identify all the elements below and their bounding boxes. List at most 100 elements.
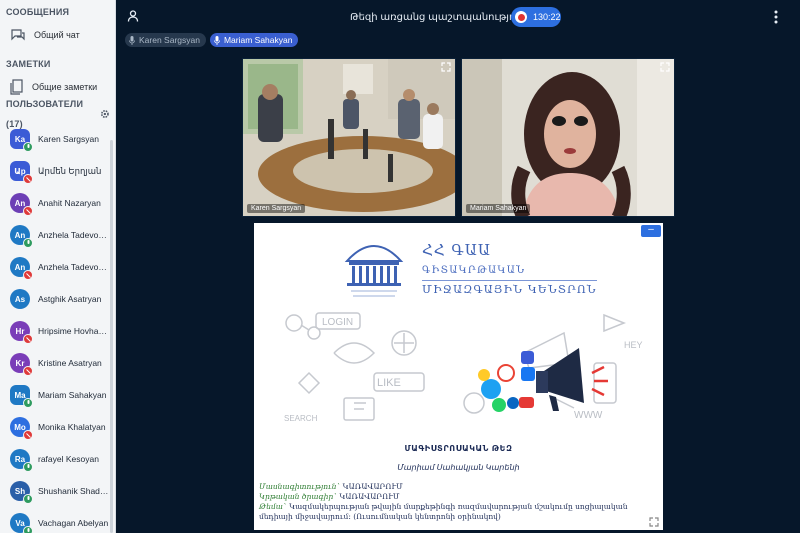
microphone-icon [214,35,220,45]
talker-chip-active[interactable]: Mariam Sahakyan [209,33,299,47]
user-name: Արմեն Երղյան [38,165,102,176]
chat-icon [11,29,25,41]
facebook-icon [521,367,535,381]
avatar-initials: An [14,230,26,240]
top-bar: Թեզի առցանց պաշտպանություն 130:22 [117,0,800,35]
user-list-item[interactable]: Ma Mariam Sahakyan [0,379,110,411]
user-name: Monika Khalatyan [38,422,106,432]
microphone-muted-icon [23,174,33,184]
avatar-initials: Sh [14,486,26,496]
meta-specialty: Մասնագիտություն` ԿԱՌԱՎԱՐՈՒՄ [259,482,659,492]
fullscreen-icon[interactable] [660,62,670,72]
recording-timer: 130:22 [533,12,561,22]
emoji-icon [478,369,490,381]
user-list-item[interactable]: Mo Monika Khalatyan [0,411,110,443]
thesis-title: ՄԱԳԻՍՏՐՈՍԱԿԱՆ ԹԵԶ [404,444,513,453]
avatar-initials: An [14,198,26,208]
user-name: Shushanik Shadoyan [38,486,110,496]
like-word: LIKE [377,377,401,389]
video-tile-karen[interactable]: Karen Sargsyan [242,58,456,217]
microphone-on-icon [23,494,33,504]
notes-icon [10,79,23,95]
microphone-muted-icon [23,366,33,376]
public-chat-item[interactable]: Общий чат [0,22,115,48]
meta-key: Կրթական ծրագիր` [259,492,337,501]
thesis-author: Մարիամ Սահակյան Կարենի [397,463,520,472]
google-icon [497,364,515,382]
user-name: Anahit Nazaryan [38,198,101,208]
user-name: Mariam Sahakyan [38,390,107,400]
slide-heading-line2: ԳԻՏԱԿՐԹԱԿԱՆ [422,265,526,276]
user-name: Hripsime Hovhanni... [38,326,110,336]
avatar: Աp [10,161,33,184]
avatar: Kr [10,353,33,376]
user-list-item[interactable]: As Astghik Asatryan [0,283,110,315]
user-list-item[interactable]: An Anzhela Tadevosyan [0,219,110,251]
slide-heading-line1: ՀՀ ԳԱԱ [422,241,492,259]
record-icon [515,11,527,23]
talker-chip[interactable]: Karen Sargsyan [125,33,206,47]
avatar: Sh [10,481,33,504]
user-name: Astghik Asatryan [38,294,102,304]
avatar-initials: Kr [15,358,25,368]
microphone-muted-icon [23,270,33,280]
www-word: WWW [574,410,603,421]
meeting-title: Թեզի առցանց պաշտպանություն [350,12,526,23]
fullscreen-icon[interactable] [441,62,451,72]
microphone-on-icon [23,142,33,152]
whatsapp-icon [492,398,506,412]
blogger-icon [521,351,534,364]
user-name: Karen Sargsyan [38,134,99,144]
microphone-icon [129,35,135,45]
user-list-scrollbar[interactable] [110,140,113,533]
recording-indicator[interactable]: 130:22 [511,7,561,27]
video-label: Karen Sargsyan [247,204,306,213]
minimize-presentation-button[interactable]: – [641,225,661,237]
microphone-muted-icon [23,206,33,216]
shared-notes-label: Общие заметки [32,82,98,92]
talker-name: Karen Sargsyan [139,35,200,45]
avatar-initials: Hr [15,326,25,336]
meta-value: Կազմակերպության թվային մարքեթինգի ռազմավ… [259,502,628,521]
avatar: Mo [10,417,33,440]
meta-program: Կրթական ծրագիր` ԿԱՌԱՎԱՐՈՒՄ [259,492,659,502]
user-list-item[interactable]: Աp Արմեն Երղյան [0,155,110,187]
meta-value: ԿԱՌԱՎԱՐՈՒՄ [339,492,400,501]
avatar-initials: As [14,294,26,304]
user-list-item[interactable]: Kr Kristine Asatryan [0,347,110,379]
user-list-toggle-icon[interactable] [127,10,139,22]
login-word: LOGIN [322,317,353,328]
microphone-muted-icon [23,334,33,344]
video-tile-mariam[interactable]: Mariam Sahakyan [461,58,675,217]
user-name: Anzhela Tadevosyan [38,230,110,240]
user-name: Kristine Asatryan [38,358,102,368]
user-list-item[interactable]: Va Vachagan Abelyan [0,507,110,533]
avatar: As [10,289,30,309]
meta-value: ԿԱՌԱՎԱՐՈՒՄ [342,482,403,491]
social-media-illustration: LOGIN LIKE SEARCH WWW HEY [284,312,643,423]
avatar: Hr [10,321,33,344]
public-chat-label: Общий чат [34,30,80,40]
fullscreen-icon[interactable] [649,517,659,527]
user-list-item[interactable]: Ka Karen Sargsyan [0,123,110,155]
slide-heading: ՀՀ ԳԱԱ ԳԻՏԱԿՐԹԱԿԱՆ ՄԻՋԱԶԳԱՅԻՆ ԿԵՆՏՐՈՆ [422,241,597,296]
notes-section-title: ЗАМЕТКИ [6,59,51,69]
microphone-on-icon [23,238,33,248]
user-list-item[interactable]: Hr Hripsime Hovhanni... [0,315,110,347]
avatar: Ra [10,449,33,472]
video-label: Mariam Sahakyan [466,204,531,213]
avatar-initials: Va [15,518,25,528]
user-list-item[interactable]: Sh Shushanik Shadoyan [0,475,110,507]
user-list-item[interactable]: An Anahit Nazaryan [0,187,110,219]
avatar: Ka [10,129,33,152]
academy-logo-icon [344,245,404,297]
user-list-item[interactable]: Ra rafayel Kesoyan [0,443,110,475]
meta-topic: Թեմա` Կազմակերպության թվային մարքեթինգի … [259,502,659,522]
avatar-initials: Ka [14,134,26,144]
user-list-item[interactable]: An Anzhela Tadevosyan [0,251,110,283]
gear-icon[interactable] [100,109,110,119]
youtube-icon [519,397,534,408]
talking-indicators: Karen Sargsyan Mariam Sahakyan [125,33,299,47]
avatar-initials: An [14,262,26,272]
more-options-icon[interactable] [774,10,778,24]
